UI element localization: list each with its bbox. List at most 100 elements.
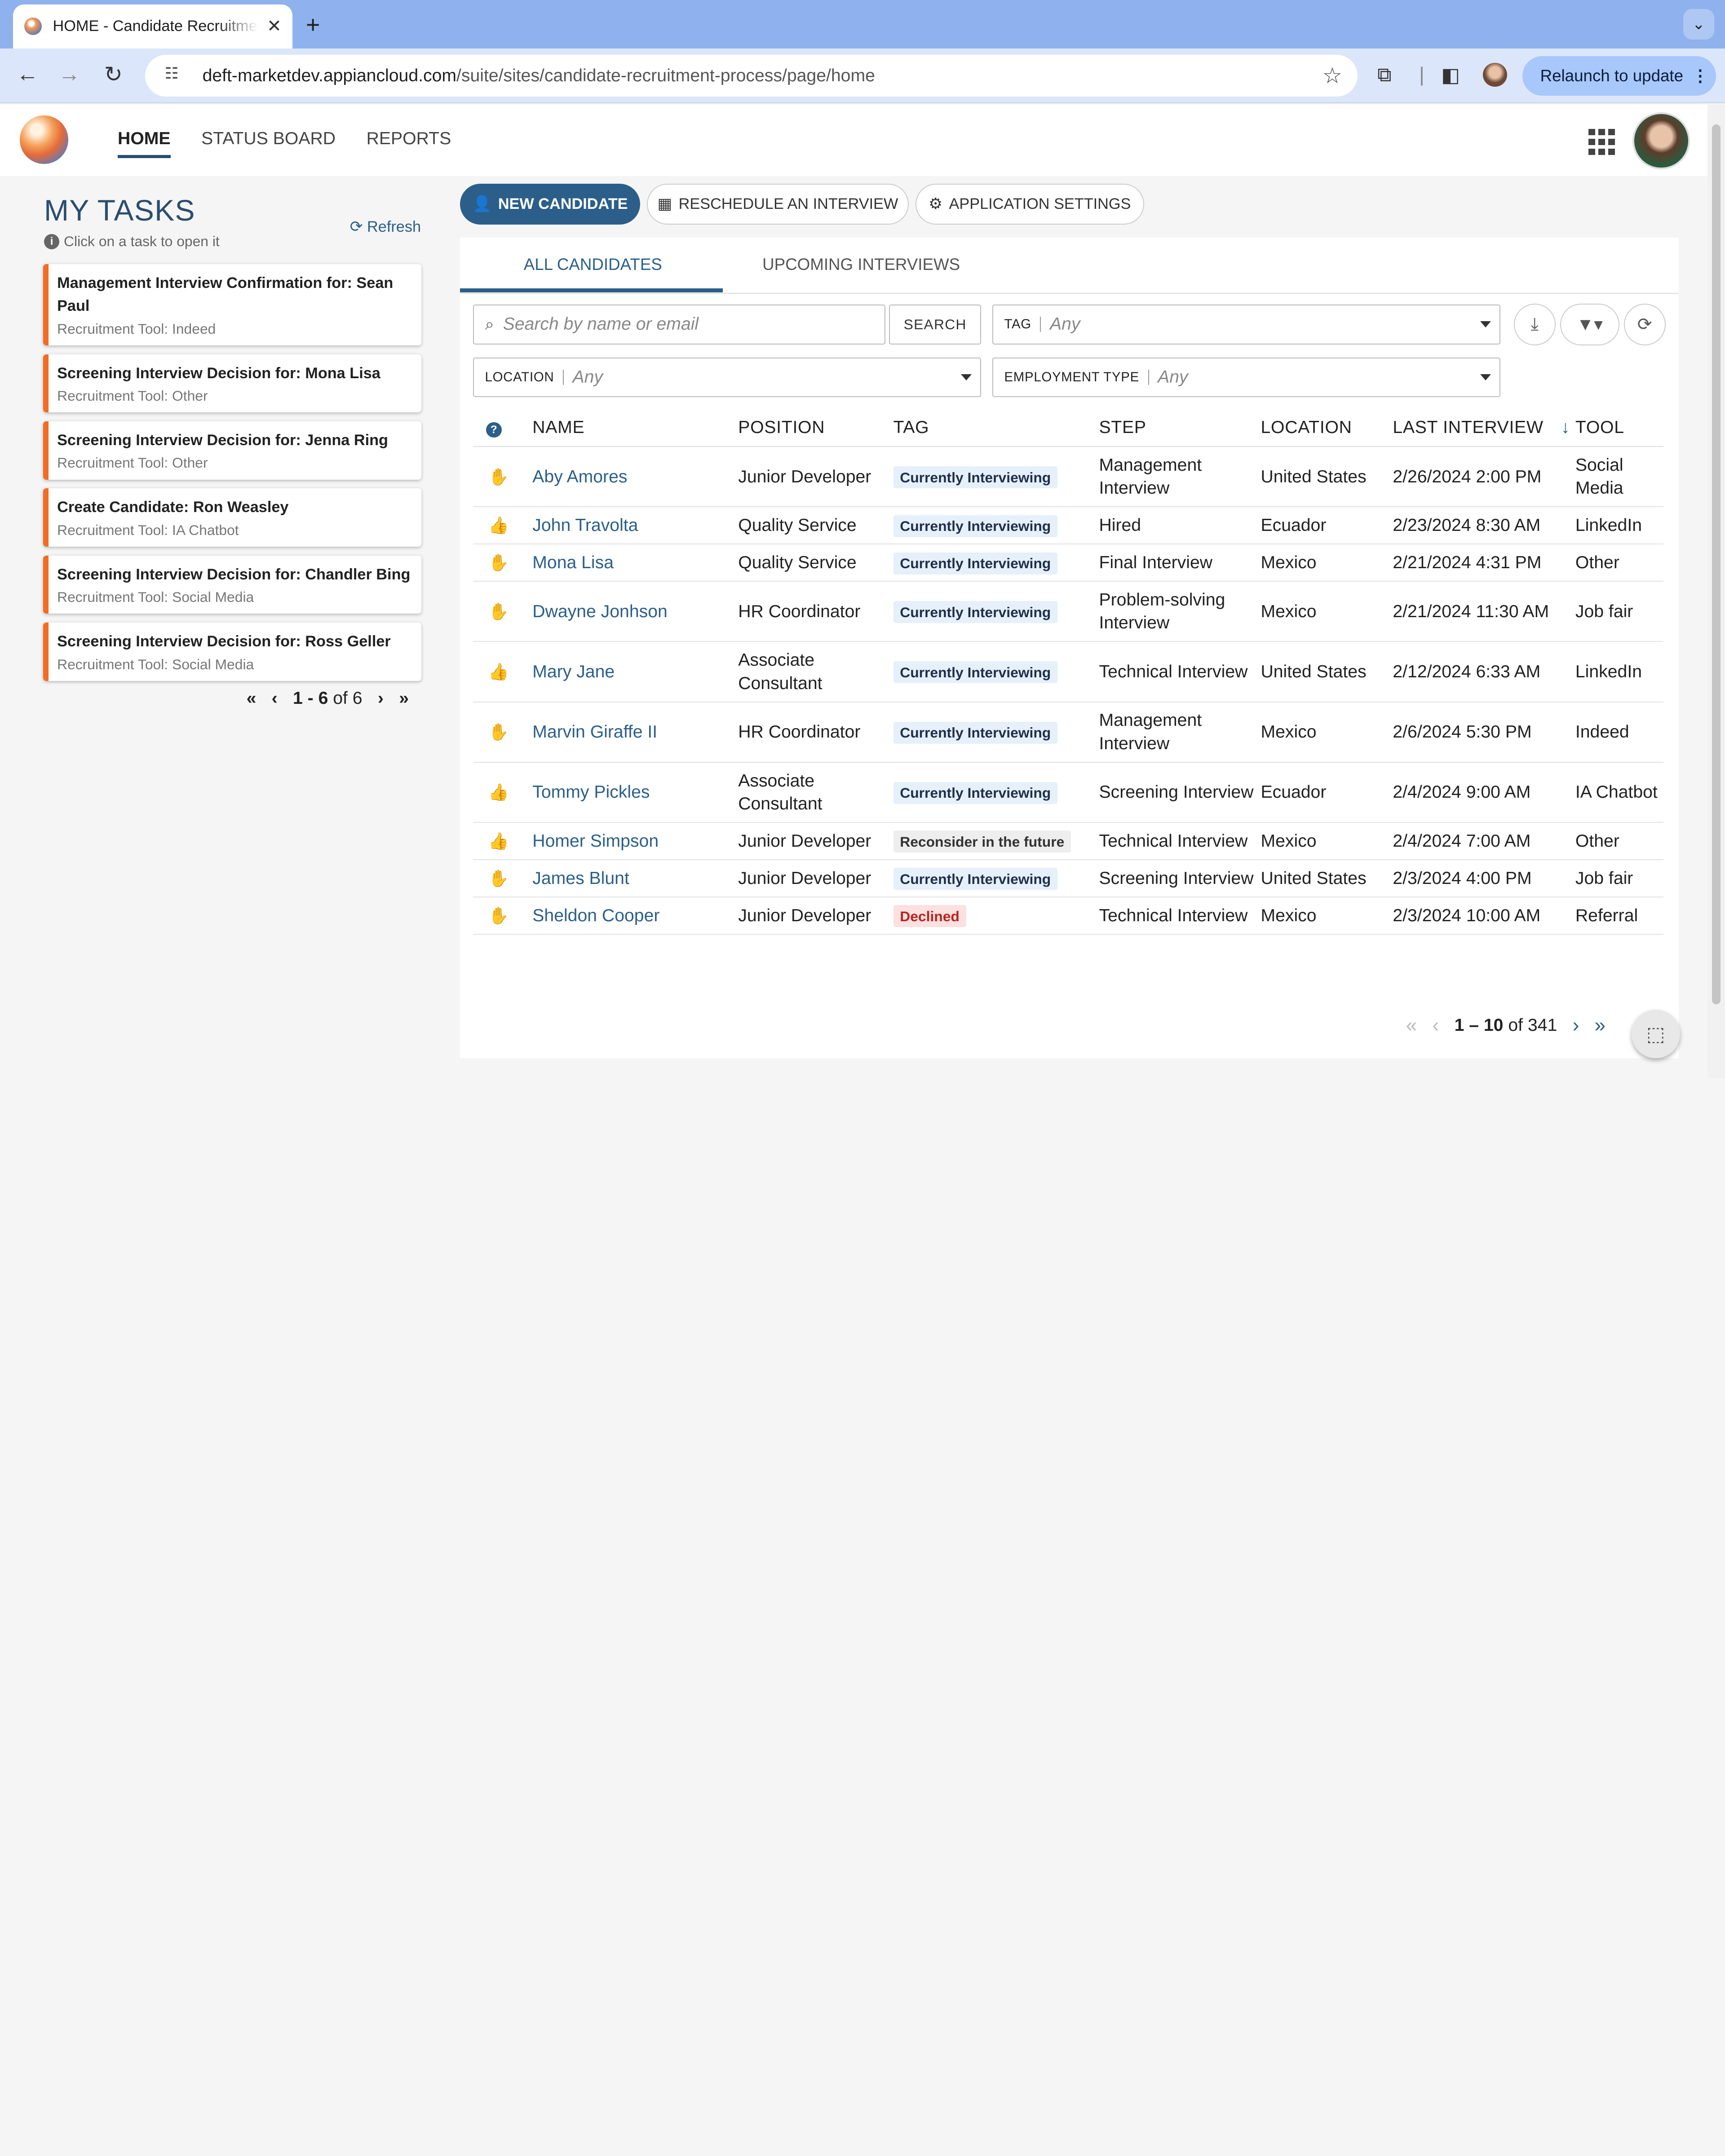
search-field[interactable]: ⌕ bbox=[473, 305, 886, 345]
header-location[interactable]: LOCATION bbox=[1261, 409, 1393, 447]
new-tab-icon[interactable]: + bbox=[306, 11, 320, 39]
candidate-name-link[interactable]: Mary Jane bbox=[532, 641, 739, 702]
site-settings-icon[interactable]: ☷ bbox=[161, 65, 183, 87]
browser-profile-avatar[interactable] bbox=[1483, 62, 1508, 87]
extensions-icon[interactable]: ⧉ bbox=[1377, 64, 1391, 86]
chevron-down-icon[interactable]: ⌄ bbox=[1683, 9, 1714, 40]
sort-down-icon[interactable]: ↓ bbox=[1561, 418, 1570, 437]
candidate-name-link[interactable]: Mona Lisa bbox=[532, 544, 739, 582]
candidate-name-link[interactable]: Homer Simpson bbox=[532, 822, 739, 861]
task-card[interactable]: Screening Interview Decision for: Mona L… bbox=[43, 354, 421, 413]
screen: HOME - Candidate Recruitment Process ✕ +… bbox=[0, 0, 1725, 1078]
header-name[interactable]: NAME bbox=[532, 409, 739, 447]
header-step[interactable]: STEP bbox=[1099, 409, 1261, 447]
status-badge: Currently Interviewing bbox=[893, 721, 1057, 744]
prev-page-icon[interactable]: ‹ bbox=[1433, 1014, 1439, 1037]
location-dropdown[interactable]: LOCATION Any bbox=[473, 357, 982, 398]
header-last-interview[interactable]: LAST INTERVIEW ↓ bbox=[1393, 409, 1575, 447]
task-card[interactable]: Screening Interview Decision for: Ross G… bbox=[43, 622, 421, 681]
candidate-name-link[interactable]: Dwayne Jonhson bbox=[532, 581, 739, 642]
bookmark-star-icon[interactable]: ☆ bbox=[1322, 63, 1342, 88]
new-candidate-button[interactable]: 👤 NEW CANDIDATE bbox=[460, 183, 641, 225]
last-page-icon[interactable]: » bbox=[1595, 1014, 1606, 1037]
nav-status-board[interactable]: STATUS BOARD bbox=[201, 129, 336, 159]
help-icon[interactable]: ? bbox=[486, 422, 502, 438]
table-row[interactable]: ✋ Marvin Giraffe II HR Coordinator Currentl… bbox=[473, 702, 1663, 763]
candidate-name-link[interactable]: Sheldon Cooper bbox=[532, 897, 739, 935]
reload-icon[interactable]: ↻ bbox=[99, 62, 128, 87]
candidate-name-link[interactable]: John Travolta bbox=[532, 507, 739, 545]
task-card[interactable]: Create Candidate: Ron Weasley Recruitment… bbox=[43, 488, 421, 547]
candidate-location: Mexico bbox=[1261, 702, 1393, 763]
table-row[interactable]: 👍 Tommy Pickles Associate Consultant Curren… bbox=[473, 762, 1663, 823]
candidate-last-interview: 2/21/2024 4:31 PM bbox=[1393, 544, 1575, 582]
header-position[interactable]: POSITION bbox=[738, 409, 893, 447]
side-panel-icon[interactable]: ◧ bbox=[1441, 64, 1460, 87]
back-arrow-icon[interactable]: ← bbox=[13, 62, 42, 87]
search-button[interactable]: SEARCH bbox=[889, 305, 982, 345]
table-row[interactable]: ✋ Sheldon Cooper Junior Developer Declined T… bbox=[473, 897, 1663, 935]
candidate-step: Problem-solving Interview bbox=[1099, 581, 1261, 642]
task-card[interactable]: Screening Interview Decision for: Chandl… bbox=[43, 555, 421, 614]
user-avatar[interactable] bbox=[1632, 112, 1690, 170]
task-subtitle: Recruitment Tool: Social Media bbox=[57, 589, 254, 605]
search-input[interactable] bbox=[503, 314, 866, 335]
candidate-tool: Job fair bbox=[1575, 581, 1663, 642]
candidate-name-link[interactable]: Marvin Giraffe II bbox=[532, 702, 739, 763]
header-tag[interactable]: TAG bbox=[893, 409, 1099, 447]
tab-all-candidates[interactable]: ALL CANDIDATES bbox=[524, 255, 662, 274]
task-title: Create Candidate: Ron Weasley bbox=[57, 499, 289, 516]
settings-label: APPLICATION SETTINGS bbox=[949, 195, 1131, 212]
candidate-name-link[interactable]: Aby Amores bbox=[532, 446, 739, 508]
candidate-tool: LinkedIn bbox=[1575, 507, 1663, 545]
tag-dropdown[interactable]: TAG Any bbox=[992, 305, 1501, 345]
more-vert-icon[interactable]: ⋮ bbox=[1692, 66, 1709, 85]
reschedule-button[interactable]: ▦ RESCHEDULE AN INTERVIEW bbox=[647, 183, 909, 225]
tab-upcoming-interviews[interactable]: UPCOMING INTERVIEWS bbox=[762, 255, 960, 274]
settings-button[interactable]: ⚙ APPLICATION SETTINGS bbox=[915, 183, 1144, 225]
gear-icon: ⚙ bbox=[929, 195, 942, 213]
candidate-name-link[interactable]: Tommy Pickles bbox=[532, 762, 739, 823]
task-pager-text: 1 - 6 of 6 bbox=[293, 689, 363, 708]
candidate-tool: Indeed bbox=[1575, 702, 1663, 763]
candidate-step: Technical Interview bbox=[1099, 822, 1261, 861]
nav-reports[interactable]: REPORTS bbox=[367, 129, 451, 159]
reload-button[interactable]: ⟳ bbox=[1623, 303, 1666, 345]
first-page-icon[interactable]: « bbox=[1406, 1014, 1417, 1037]
download-button[interactable]: ⤓ bbox=[1513, 303, 1556, 345]
table-row[interactable]: ✋ Aby Amores Junior Developer Currently Int… bbox=[473, 446, 1663, 508]
nav-home[interactable]: HOME bbox=[118, 129, 171, 159]
app-grid-icon[interactable] bbox=[1588, 128, 1615, 155]
last-page-icon[interactable]: » bbox=[399, 689, 409, 708]
table-row[interactable]: 👍 Mary Jane Associate Consultant Currently … bbox=[473, 641, 1663, 702]
close-tab-icon[interactable]: ✕ bbox=[267, 16, 282, 36]
cursor-select-icon[interactable]: ⬚ bbox=[1631, 1010, 1680, 1058]
browser-tab[interactable]: HOME - Candidate Recruitment Process ✕ bbox=[13, 4, 293, 49]
candidate-tag-cell: Currently Interviewing bbox=[893, 860, 1099, 897]
candidate-position: Junior Developer bbox=[738, 822, 893, 861]
filter-button[interactable]: ▼▾ bbox=[1560, 303, 1619, 345]
candidate-name-link[interactable]: James Blunt bbox=[532, 860, 739, 897]
header-tool[interactable]: TOOL bbox=[1575, 409, 1663, 447]
refresh-link[interactable]: ⟳ Refresh bbox=[350, 218, 421, 236]
next-page-icon[interactable]: › bbox=[378, 689, 384, 708]
prev-page-icon[interactable]: ‹ bbox=[272, 689, 278, 708]
table-row[interactable]: 👍 John Travolta Quality Service Currently I… bbox=[473, 507, 1663, 545]
table-row[interactable]: 👍 Homer Simpson Junior Developer Reconsider… bbox=[473, 822, 1663, 861]
forward-arrow-icon[interactable]: → bbox=[55, 62, 84, 87]
task-card[interactable]: Management Interview Confirmation for: S… bbox=[43, 264, 421, 345]
candidate-last-interview: 2/3/2024 10:00 AM bbox=[1393, 897, 1575, 935]
app-logo[interactable] bbox=[20, 115, 68, 164]
address-bar[interactable]: ☷ deft-marketdev.appiancloud.com/suite/s… bbox=[145, 55, 1358, 97]
task-card[interactable]: Screening Interview Decision for: Jenna … bbox=[43, 421, 421, 480]
next-page-icon[interactable]: › bbox=[1573, 1014, 1579, 1037]
table-row[interactable]: ✋ Dwayne Jonhson HR Coordinator Currently I… bbox=[473, 581, 1663, 642]
relaunch-button[interactable]: Relaunch to update ⋮ bbox=[1522, 56, 1716, 96]
page-scrollbar[interactable] bbox=[1707, 104, 1725, 1078]
candidate-location: United States bbox=[1261, 446, 1393, 508]
employment-type-dropdown[interactable]: EMPLOYMENT TYPE Any bbox=[992, 357, 1501, 398]
first-page-icon[interactable]: « bbox=[247, 689, 257, 708]
table-row[interactable]: ✋ James Blunt Junior Developer Currently In… bbox=[473, 860, 1663, 897]
tasks-hint: i Click on a task to open it bbox=[44, 233, 220, 250]
table-row[interactable]: ✋ Mona Lisa Quality Service Currently Inter… bbox=[473, 544, 1663, 582]
